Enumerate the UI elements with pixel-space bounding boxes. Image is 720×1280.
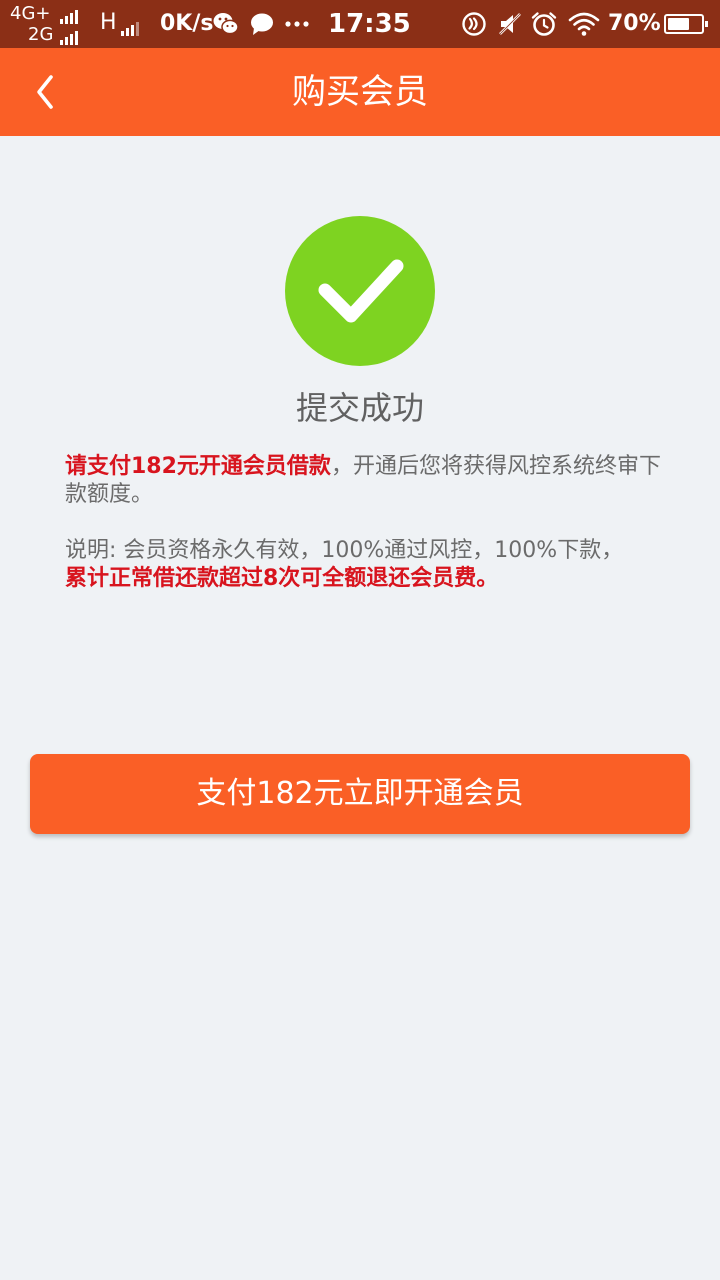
network-type-secondary: 2G <box>28 24 54 45</box>
nfc-icon <box>462 12 486 36</box>
signal-icon <box>60 31 78 45</box>
battery-percent: 70% <box>608 11 661 36</box>
success-message: 提交成功 <box>295 389 424 427</box>
payment-instruction: 请支付182元开通会员借款，开通后您将获得风控系统终审下款额度。 <box>65 453 665 509</box>
check-circle-icon <box>285 216 435 366</box>
membership-note-text: 说明: 会员资格永久有效，100%通过风控，100%下款， <box>65 538 624 563</box>
network-speed: 0K/s <box>160 11 214 36</box>
wifi-icon <box>568 12 600 36</box>
network-type-primary: 4G+ <box>10 3 51 24</box>
battery-icon <box>664 14 708 34</box>
clock: 17:35 <box>328 9 411 39</box>
signal-icon <box>120 22 139 36</box>
membership-note-highlight: 累计正常借还款超过8次可全额退还会员费。 <box>65 566 499 591</box>
page-title: 购买会员 <box>292 72 428 112</box>
payment-instruction-highlight: 请支付182元开通会员借款 <box>65 454 331 479</box>
mute-icon <box>499 13 521 35</box>
signal-icon <box>60 10 78 24</box>
network-indicator: 4G+ 2G <box>10 3 90 47</box>
status-bar: 4G+ 2G H 0K/s 17:35 70% <box>0 0 720 48</box>
wechat-icon <box>213 13 239 35</box>
network-h-indicator: H <box>100 10 139 36</box>
app-header: 购买会员 <box>0 48 720 136</box>
alarm-icon <box>531 12 557 36</box>
message-bubble-icon <box>251 13 273 35</box>
membership-note: 说明: 会员资格永久有效，100%通过风控，100%下款， 累计正常借还款超过8次… <box>65 537 665 593</box>
network-h-label: H <box>100 10 117 35</box>
pay-membership-button[interactable]: 支付182元立即开通会员 <box>30 754 690 834</box>
more-dots-icon <box>285 21 309 27</box>
